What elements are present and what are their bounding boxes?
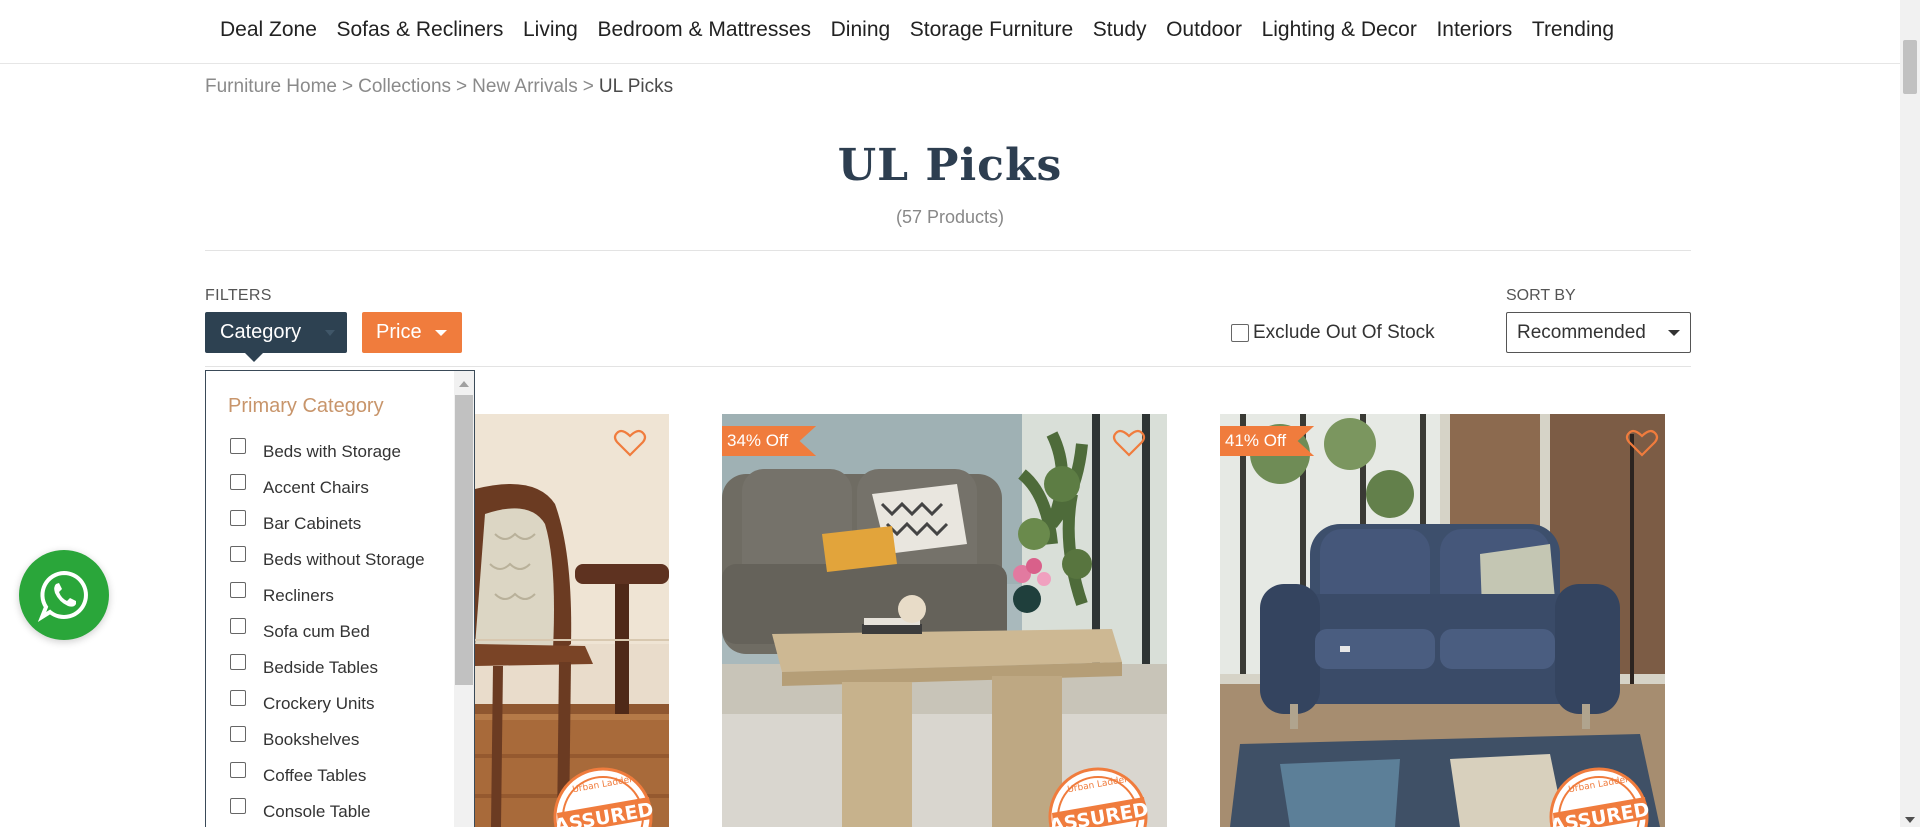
category-option-label: Bookshelves (263, 730, 360, 749)
category-checkbox[interactable] (230, 618, 246, 634)
nav-item-sofas-recliners[interactable]: Sofas & Recliners (336, 17, 503, 43)
whatsapp-icon (37, 570, 88, 622)
category-option-label: Bedside Tables (263, 658, 378, 677)
breadcrumb-link-collections[interactable]: Collections (358, 76, 451, 98)
category-option[interactable]: Bedside Tables (230, 650, 425, 686)
breadcrumb-separator: > (456, 76, 468, 97)
category-option-label: Crockery Units (263, 694, 375, 713)
category-option[interactable]: Bar Cabinets (230, 506, 425, 542)
breadcrumb-link-furniture-home[interactable]: Furniture Home (205, 76, 337, 98)
category-checkbox[interactable] (230, 654, 246, 670)
product-card[interactable]: ASSURED Urban Ladder (475, 414, 669, 827)
category-checkbox[interactable] (230, 510, 246, 526)
category-dropdown-panel: Primary Category Beds with Storage Accen… (205, 370, 475, 827)
scroll-down-arrow-icon[interactable] (1905, 817, 1915, 823)
page-title: UL Picks (837, 140, 1063, 191)
filters-label: FILTERS (205, 287, 272, 304)
exclude-out-of-stock-label: Exclude Out Of Stock (1253, 322, 1435, 343)
breadcrumb-separator: > (582, 76, 594, 97)
category-checkbox[interactable] (230, 762, 246, 778)
category-checkbox[interactable] (230, 438, 246, 454)
category-option-label: Coffee Tables (263, 766, 367, 785)
primary-category-heading: Primary Category (228, 395, 384, 417)
category-checkbox[interactable] (230, 690, 246, 706)
sort-by-label: SORT BY (1506, 287, 1576, 304)
heart-icon[interactable] (613, 428, 647, 458)
product-count: (57 Products) (895, 207, 1005, 227)
nav-item-storage-furniture[interactable]: Storage Furniture (910, 17, 1073, 43)
exclude-out-of-stock-checkbox[interactable] (1231, 324, 1249, 342)
category-checkbox[interactable] (230, 474, 246, 490)
nav-item-study[interactable]: Study (1093, 17, 1147, 43)
urban-ladder-assured-seal: ASSURED Urban Ladder (553, 767, 655, 827)
nav-item-interiors[interactable]: Interiors (1436, 17, 1512, 43)
breadcrumb-separator: > (342, 76, 354, 97)
category-checkbox[interactable] (230, 798, 246, 814)
category-checkbox[interactable] (230, 582, 246, 598)
category-option[interactable]: Accent Chairs (230, 470, 425, 506)
nav-item-lighting-decor[interactable]: Lighting & Decor (1262, 17, 1417, 43)
nav-item-bedroom-mattresses[interactable]: Bedroom & Mattresses (597, 17, 811, 43)
main-navigation: Deal Zone Sofas & Recliners Living Bedro… (0, 0, 1900, 64)
category-checkbox[interactable] (230, 726, 246, 742)
heart-icon[interactable] (1112, 428, 1146, 458)
chevron-down-icon (1668, 330, 1680, 336)
page-scrollbar-thumb[interactable] (1903, 40, 1917, 94)
chevron-down-icon (435, 330, 447, 336)
scroll-up-arrow-icon[interactable] (459, 381, 469, 387)
dropdown-pointer (245, 353, 263, 362)
title-divider (205, 250, 1691, 251)
nav-item-outdoor[interactable]: Outdoor (1166, 17, 1242, 43)
dropdown-scrollbar-thumb[interactable] (455, 395, 473, 685)
category-option-label: Beds without Storage (263, 550, 425, 569)
category-checkbox[interactable] (230, 546, 246, 562)
category-option-label: Sofa cum Bed (263, 622, 370, 641)
nav-item-dining[interactable]: Dining (831, 17, 891, 43)
category-option[interactable]: Crockery Units (230, 686, 425, 722)
urban-ladder-assured-seal: ASSURED Urban Ladder (1549, 767, 1651, 827)
category-option[interactable]: Coffee Tables (230, 758, 425, 794)
dropdown-scrollbar[interactable] (454, 371, 474, 827)
nav-item-deal-zone[interactable]: Deal Zone (220, 17, 317, 43)
chevron-down-icon (325, 330, 335, 336)
price-filter-label: Price (376, 321, 422, 343)
page-scrollbar[interactable] (1900, 0, 1920, 827)
category-option[interactable]: Beds with Storage (230, 434, 425, 470)
nav-item-living[interactable]: Living (523, 17, 578, 43)
category-filter-label: Category (220, 321, 302, 343)
category-option[interactable]: Bookshelves (230, 722, 425, 758)
breadcrumb: Furniture Home > Collections > New Arriv… (205, 76, 673, 98)
category-option-label: Console Table (263, 802, 371, 821)
sort-by-value: Recommended (1517, 322, 1646, 343)
category-option[interactable]: Beds without Storage (230, 542, 425, 578)
nav-item-trending[interactable]: Trending (1532, 17, 1614, 43)
price-filter-button[interactable]: Price (362, 312, 462, 353)
heart-icon[interactable] (1625, 428, 1659, 458)
breadcrumb-current: UL Picks (598, 76, 674, 97)
whatsapp-chat-button[interactable] (19, 550, 109, 640)
sort-by-select[interactable]: Recommended (1506, 312, 1691, 353)
urban-ladder-assured-seal: ASSURED Urban Ladder (1048, 767, 1150, 827)
category-option[interactable]: Sofa cum Bed (230, 614, 425, 650)
category-option-label: Accent Chairs (263, 478, 369, 497)
product-card[interactable]: 34% Off ASSURED Urban Ladder (722, 414, 1167, 827)
category-option-label: Beds with Storage (263, 442, 401, 461)
exclude-out-of-stock[interactable]: Exclude Out Of Stock (1231, 322, 1435, 344)
category-option[interactable]: Console Table (230, 794, 425, 827)
category-option[interactable]: Recliners (230, 578, 425, 614)
breadcrumb-link-new-arrivals[interactable]: New Arrivals (472, 76, 578, 98)
category-option-label: Recliners (263, 586, 334, 605)
category-filter-button[interactable]: Category (205, 312, 347, 362)
filter-divider (205, 366, 1691, 367)
product-card[interactable]: 41% Off ASSURED Urban Ladder (1220, 414, 1665, 827)
category-option-label: Bar Cabinets (263, 514, 362, 533)
